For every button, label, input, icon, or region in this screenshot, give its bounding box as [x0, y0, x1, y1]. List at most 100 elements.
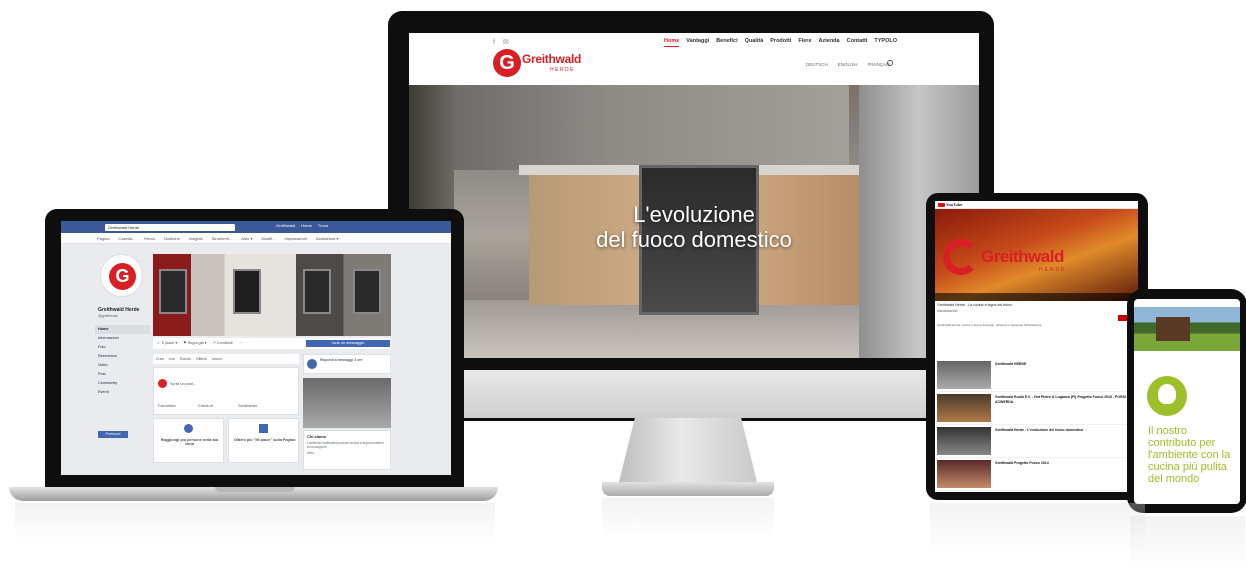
tab-assistenza[interactable]: Assistenza ▾	[316, 233, 338, 243]
lang-english[interactable]: ENGLISH	[838, 62, 858, 67]
tab-casella[interactable]: Casella...	[118, 233, 135, 243]
tab-pagina[interactable]: Pagina	[97, 233, 109, 243]
menu-recensioni[interactable]: Recensioni	[95, 352, 150, 361]
showroom-photo[interactable]	[303, 378, 391, 428]
nav-vantaggi[interactable]: Vantaggi	[686, 38, 709, 47]
brand-logo-icon[interactable]: G	[493, 49, 521, 77]
laptop-screen-facebook: Greithwald Herde Greithwald Home Trova P…	[61, 221, 451, 475]
menu-home[interactable]: Home	[95, 325, 150, 334]
search-icon[interactable]	[887, 60, 893, 66]
post-tab-live[interactable]: Live	[169, 354, 175, 364]
tab-impostazioni[interactable]: Impostazioni	[284, 233, 306, 243]
page-menu: Home Informazioni Foto Recensioni Video …	[95, 325, 150, 397]
youtube-play-icon[interactable]	[938, 203, 945, 207]
tab-rinvio[interactable]: Rinvio	[144, 233, 155, 243]
nav-home[interactable]: Home	[664, 38, 680, 47]
youtube-label[interactable]: YouTube	[946, 202, 963, 207]
video-controls[interactable]	[935, 293, 1138, 301]
video-player[interactable]: Greithwald HERDE	[935, 209, 1138, 301]
hero-title-line1: L'evoluzione	[633, 202, 755, 227]
post-tab-create[interactable]: Crea	[156, 354, 164, 364]
nav-qualita[interactable]: Qualità	[745, 38, 764, 47]
related-title[interactable]: Greithwald Ruola E.V. - Hut Pietro & Lug…	[995, 395, 1133, 404]
facebook-search-input[interactable]: Greithwald Herde	[105, 224, 235, 231]
list-item[interactable]: Greithwald Herde - L'evoluzione del fuoc…	[937, 425, 1136, 458]
avatar-logo-icon: G	[109, 263, 136, 290]
page-name[interactable]: Greithwald Herde	[98, 307, 139, 313]
follow-button[interactable]: ⚑ Segui già ▾	[183, 338, 206, 349]
lang-deutsch[interactable]: DEUTSCH	[806, 62, 828, 67]
menu-informazioni[interactable]: Informazioni	[95, 334, 150, 343]
language-switcher: DEUTSCH ENGLISH FRANÇAIS	[806, 62, 890, 67]
topbar-link-page[interactable]: Greithwald	[276, 223, 295, 228]
more-button[interactable]: ···	[238, 338, 242, 349]
nav-prodotti[interactable]: Prodotti	[770, 38, 791, 47]
video-description: Greithwald Herde: cucine a legna di desi…	[937, 323, 1043, 327]
tab-notifiche[interactable]: Notifiche	[164, 233, 180, 243]
topbar-link-home[interactable]: Home	[301, 223, 312, 228]
response-time-text: Rispondi a messaggi: 3 ore	[320, 358, 363, 362]
menu-foto[interactable]: Foto	[95, 343, 150, 352]
composer-photo-button[interactable]: Foto/video	[158, 404, 176, 408]
post-tab-offer[interactable]: Offerta	[196, 354, 207, 364]
related-title[interactable]: Greithwald Progetto Fuoco 2014	[995, 461, 1133, 466]
page-handle: @greithwald	[98, 314, 118, 318]
tab-insights[interactable]: Insights	[189, 233, 203, 243]
phone-reflection	[1130, 516, 1245, 571]
composer-feeling-button[interactable]: Sentimento	[238, 404, 257, 408]
video-thumbnail[interactable]	[937, 427, 991, 455]
menu-community[interactable]: Community	[95, 379, 150, 388]
cover-stove-2	[233, 269, 261, 314]
promo-card-reach[interactable]: Raggiungi più persone nella tua zona	[153, 418, 224, 463]
imac-chin	[388, 370, 994, 418]
about-heading: Chi siamo	[307, 434, 327, 439]
promo-card-likes[interactable]: Ottieni più "Mi piace" sulla Pagina	[228, 418, 299, 463]
hero-title: L'evoluzione del fuoco domestico	[559, 202, 829, 252]
hero-banner: L'evoluzione del fuoco domestico	[409, 85, 979, 358]
page-avatar[interactable]: G	[100, 254, 143, 297]
nav-typolo[interactable]: TYPOLO	[874, 38, 897, 47]
composer-checkin-button[interactable]: Check-in	[198, 404, 213, 408]
related-title[interactable]: Greithwald HERDE	[995, 362, 1133, 367]
related-title[interactable]: Greithwald Herde - L'evoluzione del fuoc…	[995, 428, 1133, 433]
list-item[interactable]: Greithwald HERDE	[937, 359, 1136, 392]
post-tab-job[interactable]: Lavoro	[212, 354, 223, 364]
video-thumbnail[interactable]	[937, 394, 991, 422]
menu-video[interactable]: Video	[95, 361, 150, 370]
send-message-button[interactable]: Invia un messaggio	[306, 340, 390, 347]
topbar-link-find[interactable]: Trova	[318, 223, 328, 228]
video-brand: Greithwald	[981, 247, 1064, 266]
main-nav: Home Vantaggi Benefici Qualità Prodotti …	[664, 38, 897, 47]
phone-hero-photo	[1134, 307, 1240, 351]
nav-benefici[interactable]: Benefici	[716, 38, 737, 47]
laptop-notch	[215, 487, 295, 492]
post-tab-event[interactable]: Evento	[180, 354, 191, 364]
tab-modifica[interactable]: Modifi...	[261, 233, 275, 243]
promo-card-reach-title: Raggiungi più persone nella tua zona	[160, 438, 219, 446]
brand-name[interactable]: Greithwald	[522, 52, 581, 66]
post-composer: Scrivi un post... Foto/video Check-in Se…	[153, 367, 299, 415]
tablet-screen-youtube: YouTube Greithwald HERDE Greithwald Herd…	[935, 201, 1138, 492]
video-thumbnail[interactable]	[937, 460, 991, 488]
video-thumbnail[interactable]	[937, 361, 991, 389]
promote-button[interactable]: Promuovi	[98, 431, 128, 438]
phone-screen: Il nostro contributo per l'ambiente con …	[1134, 299, 1240, 504]
tab-strumenti[interactable]: Strumenti...	[212, 233, 232, 243]
nav-fiere[interactable]: Fiere	[798, 38, 811, 47]
social-icons[interactable]: f ✉	[493, 38, 512, 46]
cover-stove-4	[353, 269, 381, 314]
cover-photo[interactable]	[153, 254, 391, 336]
list-item[interactable]: Greithwald Ruola E.V. - Hut Pietro & Lug…	[937, 392, 1136, 425]
site-header: f ✉ G Greithwald HERDE Home Vantaggi Ben…	[409, 33, 979, 85]
tab-altro[interactable]: Altro ▾	[241, 233, 252, 243]
nav-contatti[interactable]: Contatti	[847, 38, 868, 47]
composer-input[interactable]: Scrivi un post...	[170, 382, 196, 386]
about-more-link[interactable]: Altro...	[307, 451, 387, 455]
like-button[interactable]: ✓ Ti piace ▾	[157, 338, 177, 349]
nav-azienda[interactable]: Azienda	[819, 38, 840, 47]
list-item[interactable]: Greithwald Progetto Fuoco 2014	[937, 458, 1136, 491]
menu-eventi[interactable]: Eventi	[95, 388, 150, 397]
menu-post[interactable]: Post	[95, 370, 150, 379]
share-button[interactable]: ↗ Condividi	[213, 338, 233, 349]
video-title: Greithwald Herde - La cucina a legna del…	[937, 303, 1013, 307]
